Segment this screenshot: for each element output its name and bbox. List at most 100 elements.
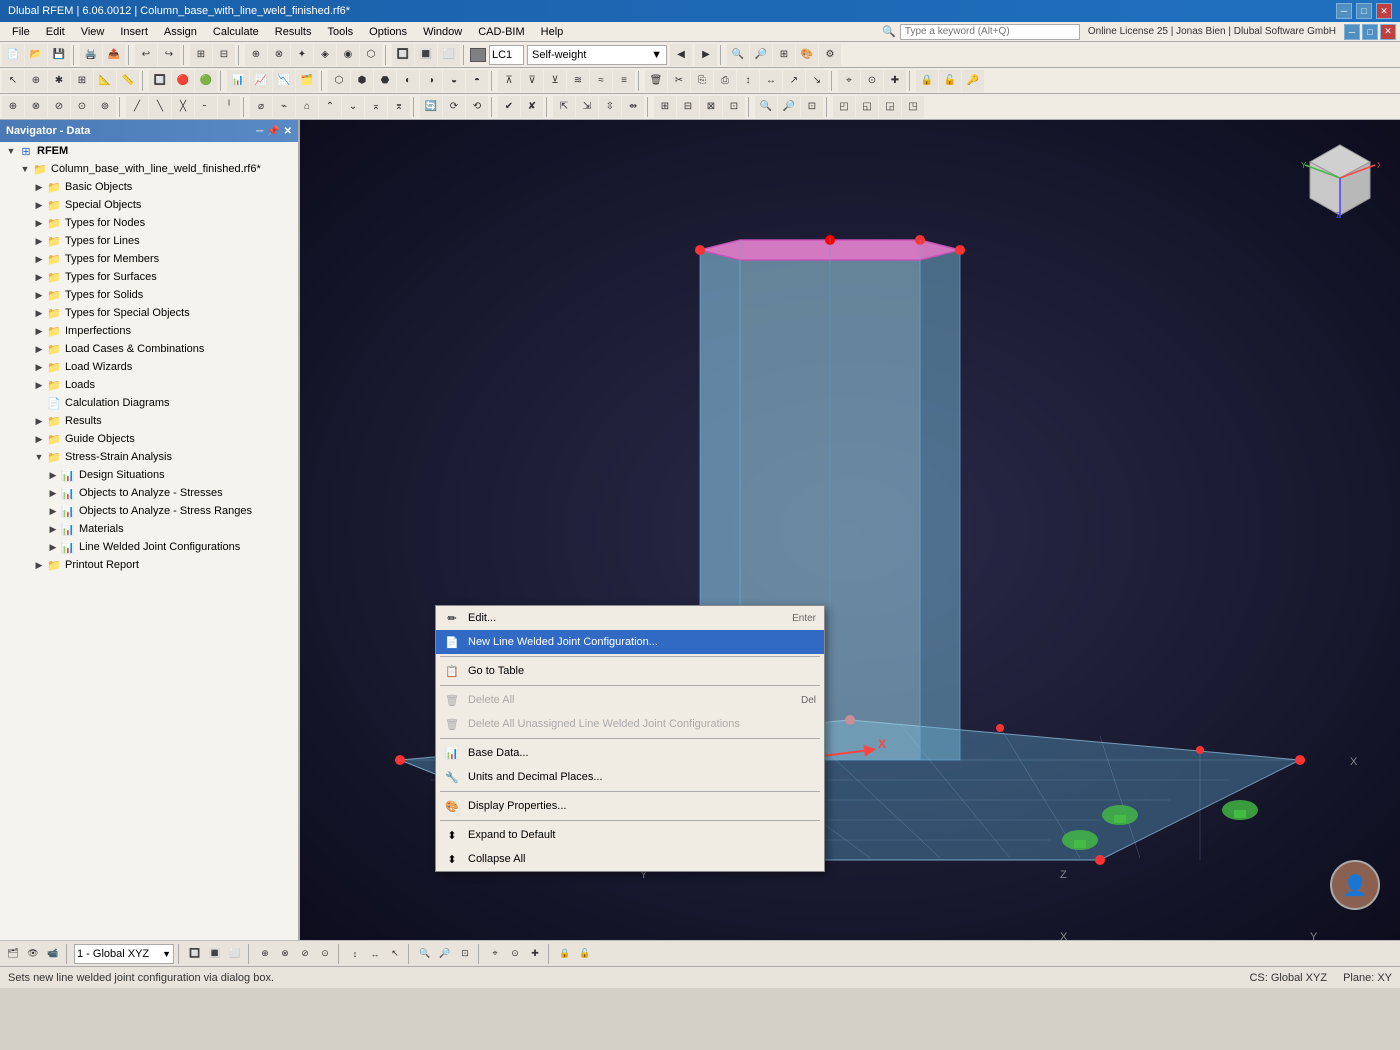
open-btn[interactable]: 📂 — [25, 44, 47, 66]
tree-calc-diag[interactable]: ▶ 📄 Calculation Diagrams — [0, 394, 298, 412]
save-btn[interactable]: 💾 — [48, 44, 70, 66]
tree-materials[interactable]: ▶ 📊 Materials — [0, 520, 298, 538]
tb3-btn-24[interactable]: ⇲ — [576, 96, 598, 118]
license-min-button[interactable]: ─ — [1344, 24, 1360, 40]
tb3-btn-5[interactable]: ⊚ — [94, 96, 116, 118]
tb2-btn-14[interactable]: ⬡ — [328, 70, 350, 92]
tb2-btn-38[interactable]: 🔒 — [916, 70, 938, 92]
tb-btn-6[interactable]: ⊗ — [268, 44, 290, 66]
tb3-btn-17[interactable]: ⌆ — [388, 96, 410, 118]
nav-btn[interactable]: 🗂 — [4, 945, 22, 963]
tb3-btn-14[interactable]: ⌃ — [319, 96, 341, 118]
bt-btn-18[interactable]: 🔓 — [576, 945, 594, 963]
ctx-expand[interactable]: ⬍ Expand to Default — [436, 823, 824, 847]
tb2-btn-10[interactable]: 📊 — [227, 70, 249, 92]
bt-btn-4[interactable]: ⊕ — [256, 945, 274, 963]
tb2-btn-40[interactable]: 🔑 — [962, 70, 984, 92]
tree-rfem-root[interactable]: ▼ ⊞ RFEM — [0, 142, 298, 160]
tb3-btn-32[interactable]: ◱ — [856, 96, 878, 118]
tb-btn-11[interactable]: 🔲 — [392, 44, 414, 66]
tb3-btn-28[interactable]: ⊟ — [677, 96, 699, 118]
tb2-btn-20[interactable]: ◓ — [466, 70, 488, 92]
tb3-btn-27[interactable]: ⊞ — [654, 96, 676, 118]
bt-btn-14[interactable]: ⌖ — [486, 945, 504, 963]
tree-stress-strain[interactable]: ▼ 📁 Stress-Strain Analysis — [0, 448, 298, 466]
bt-btn-16[interactable]: ✚ — [526, 945, 544, 963]
tb2-btn-7[interactable]: 🔲 — [149, 70, 171, 92]
bt-btn-1[interactable]: 🔲 — [186, 945, 204, 963]
tb3-btn-22[interactable]: ✘ — [521, 96, 543, 118]
tb3-btn-25[interactable]: ⇳ — [599, 96, 621, 118]
grid-btn[interactable]: ⊟ — [213, 44, 235, 66]
tb3-btn-3[interactable]: ⊘ — [48, 96, 70, 118]
view-btn-3[interactable]: ⊞ — [773, 44, 795, 66]
tree-guide-objects[interactable]: ▶ 📁 Guide Objects — [0, 430, 298, 448]
menu-window[interactable]: Window — [415, 24, 470, 40]
tb3-btn-16[interactable]: ⌅ — [365, 96, 387, 118]
tb3-zoom-out[interactable]: 🔎 — [778, 96, 800, 118]
tb3-btn-7[interactable]: ╲ — [149, 96, 171, 118]
undo-btn[interactable]: ↩ — [135, 44, 157, 66]
tb3-btn-26[interactable]: ⇴ — [622, 96, 644, 118]
tb2-btn-12[interactable]: 📉 — [273, 70, 295, 92]
tree-types-surfaces[interactable]: ▶ 📁 Types for Surfaces — [0, 268, 298, 286]
tb2-btn-16[interactable]: ⬣ — [374, 70, 396, 92]
ctx-edit[interactable]: ✏ Edit... Enter — [436, 606, 824, 630]
tb2-btn-6[interactable]: 📏 — [117, 70, 139, 92]
lc-selector[interactable]: LC1 — [489, 45, 524, 65]
tb3-btn-21[interactable]: ✔ — [498, 96, 520, 118]
tree-special-objects[interactable]: ▶ 📁 Special Objects — [0, 196, 298, 214]
tb2-btn-30[interactable]: ⎙ — [714, 70, 736, 92]
bt-btn-5[interactable]: ⊗ — [276, 945, 294, 963]
tb2-btn-27[interactable]: 🗑 — [645, 70, 667, 92]
menu-view[interactable]: View — [73, 24, 113, 40]
bt-btn-17[interactable]: 🔒 — [556, 945, 574, 963]
view-btn-1[interactable]: 🔍 — [727, 44, 749, 66]
tree-types-solids[interactable]: ▶ 📁 Types for Solids — [0, 286, 298, 304]
tb3-btn-15[interactable]: ⌄ — [342, 96, 364, 118]
license-max-button[interactable]: □ — [1362, 24, 1378, 40]
tb2-btn-13[interactable]: 🗂️ — [296, 70, 318, 92]
tb3-zoom-fit[interactable]: ⊡ — [801, 96, 823, 118]
ctx-goto-table[interactable]: 📋 Go to Table — [436, 659, 824, 683]
ctx-new-config[interactable]: 📄 New Line Welded Joint Configuration... — [436, 630, 824, 654]
tb3-btn-19[interactable]: ⟳ — [443, 96, 465, 118]
video-btn[interactable]: 📹 — [44, 945, 62, 963]
tb2-btn-23[interactable]: ⊻ — [544, 70, 566, 92]
tb3-btn-30[interactable]: ⊡ — [723, 96, 745, 118]
tb3-btn-10[interactable]: ╵ — [218, 96, 240, 118]
tree-results[interactable]: ▶ 📁 Results — [0, 412, 298, 430]
tree-printout[interactable]: ▶ 📁 Printout Report — [0, 556, 298, 574]
tb2-btn-15[interactable]: ⬢ — [351, 70, 373, 92]
view-cube[interactable]: X Y Z — [1300, 140, 1380, 220]
export-btn[interactable]: 📤 — [103, 44, 125, 66]
bt-btn-3[interactable]: ⬜ — [226, 945, 244, 963]
bt-btn-10[interactable]: ↖ — [386, 945, 404, 963]
tb3-btn-4[interactable]: ⊙ — [71, 96, 93, 118]
tb3-btn-6[interactable]: ╱ — [126, 96, 148, 118]
menu-edit[interactable]: Edit — [38, 24, 73, 40]
bt-btn-9[interactable]: ↔ — [366, 945, 384, 963]
settings-btn[interactable]: ⚙ — [819, 44, 841, 66]
tb3-btn-9[interactable]: ╴ — [195, 96, 217, 118]
tree-types-members[interactable]: ▶ 📁 Types for Members — [0, 250, 298, 268]
snap-btn[interactable]: ⊞ — [190, 44, 212, 66]
tb2-btn-9[interactable]: 🟢 — [195, 70, 217, 92]
eye-btn[interactable]: 👁 — [24, 945, 42, 963]
tree-loads[interactable]: ▶ 📁 Loads — [0, 376, 298, 394]
tree-obj-stress-ranges[interactable]: ▶ 📊 Objects to Analyze - Stress Ranges — [0, 502, 298, 520]
tb2-btn-2[interactable]: ⊕ — [25, 70, 47, 92]
tb2-btn-37[interactable]: ✚ — [884, 70, 906, 92]
tb2-btn-17[interactable]: ◐ — [397, 70, 419, 92]
bt-btn-13[interactable]: ⊡ — [456, 945, 474, 963]
tb3-btn-13[interactable]: ⌂ — [296, 96, 318, 118]
tb3-btn-12[interactable]: ⌁ — [273, 96, 295, 118]
load-type-selector[interactable]: Self-weight ▼ — [527, 45, 667, 65]
tb2-btn-11[interactable]: 📈 — [250, 70, 272, 92]
coord-system-dropdown[interactable]: 1 - Global XYZ ▼ — [74, 944, 174, 964]
bt-btn-12[interactable]: 🔎 — [436, 945, 454, 963]
menu-cad-bim[interactable]: CAD-BIM — [470, 24, 532, 40]
menu-insert[interactable]: Insert — [112, 24, 156, 40]
tb-btn-7[interactable]: ✦ — [291, 44, 313, 66]
menu-help[interactable]: Help — [533, 24, 572, 40]
